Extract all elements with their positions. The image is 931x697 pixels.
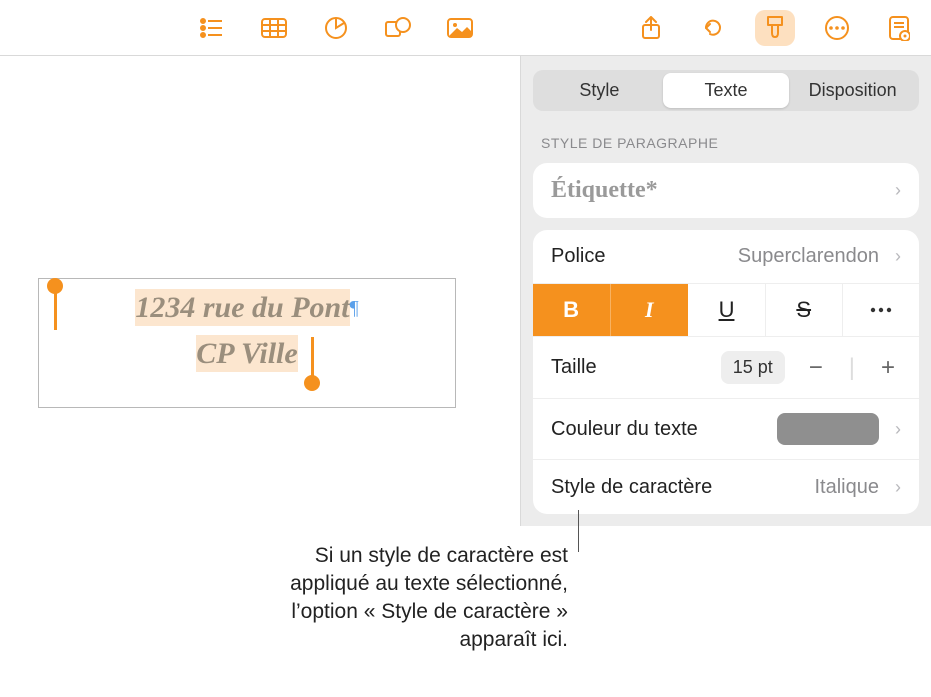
font-value: Superclarendon [738,245,879,268]
format-inspector: Style Texte Disposition STYLE DE PARAGRA… [520,56,931,526]
text-color-swatch[interactable] [777,413,879,445]
bold-button[interactable]: B [533,284,610,336]
paragraph-style-card: Étiquette* › [533,163,919,218]
more-icon[interactable] [817,10,857,46]
text-color-label: Couleur du texte [551,418,698,441]
main-area: 1234 rue du Pont¶ CP Ville Style Texte D… [0,56,931,526]
selection-start-caret[interactable] [54,290,57,330]
character-style-value: Italique [815,476,880,499]
selected-textbox[interactable]: 1234 rue du Pont¶ CP Ville [38,278,456,408]
size-increase-button[interactable]: + [875,354,901,382]
chevron-right-icon: › [895,180,901,201]
callout-text: Si un style de caractère est appliqué au… [248,542,568,654]
document-canvas[interactable]: 1234 rue du Pont¶ CP Ville [0,56,520,526]
size-decrease-button[interactable]: − [803,354,829,382]
font-row[interactable]: Police Superclarendon › [533,230,919,284]
pilcrow-icon: ¶ [350,297,359,319]
underline-button[interactable]: U [688,284,765,336]
size-row: Taille 15 pt − | + [533,337,919,399]
selection-end-caret[interactable] [311,337,314,377]
size-label: Taille [551,356,597,379]
paragraph-style-value: Étiquette* [551,177,658,204]
text-format-card: Police Superclarendon › B I U S Taille 1… [533,230,919,514]
undo-icon[interactable] [693,10,733,46]
character-style-row[interactable]: Style de caractère Italique › [533,460,919,514]
list-icon[interactable] [192,10,232,46]
italic-button[interactable]: I [610,284,688,336]
table-icon[interactable] [254,10,294,46]
chevron-right-icon: › [895,419,901,440]
paragraph-style-row[interactable]: Étiquette* › [533,163,919,218]
size-value[interactable]: 15 pt [721,351,785,384]
size-stepper: − | + [803,354,901,382]
shape-icon[interactable] [378,10,418,46]
selection-end-handle[interactable] [304,375,320,391]
text-line-2: CP Ville [196,335,297,372]
tab-texte[interactable]: Texte [663,73,790,108]
share-icon[interactable] [631,10,671,46]
text-line-1: 1234 rue du Pont [135,289,349,326]
tab-disposition[interactable]: Disposition [789,73,916,108]
toolbar-left-group [192,10,480,46]
tab-style[interactable]: Style [536,73,663,108]
character-style-label: Style de caractère [551,476,712,499]
font-style-buttons: B I U S [533,284,919,337]
format-brush-icon[interactable] [755,10,795,46]
selection-start-handle[interactable] [47,278,63,294]
toolbar [0,0,931,56]
chevron-right-icon: › [895,246,901,267]
chevron-right-icon: › [895,477,901,498]
text-color-row[interactable]: Couleur du texte › [533,399,919,460]
strike-button[interactable]: S [766,284,843,336]
callout-leader-line [578,510,579,552]
toolbar-right-group [631,10,919,46]
selected-text[interactable]: 1234 rue du Pont¶ CP Ville [49,285,445,377]
font-label: Police [551,245,605,268]
paragraph-style-section-label: STYLE DE PARAGRAPHE [541,135,911,151]
more-text-options-button[interactable] [843,284,919,336]
document-settings-icon[interactable] [879,10,919,46]
inspector-tabs: Style Texte Disposition [533,70,919,111]
chart-icon[interactable] [316,10,356,46]
media-icon[interactable] [440,10,480,46]
